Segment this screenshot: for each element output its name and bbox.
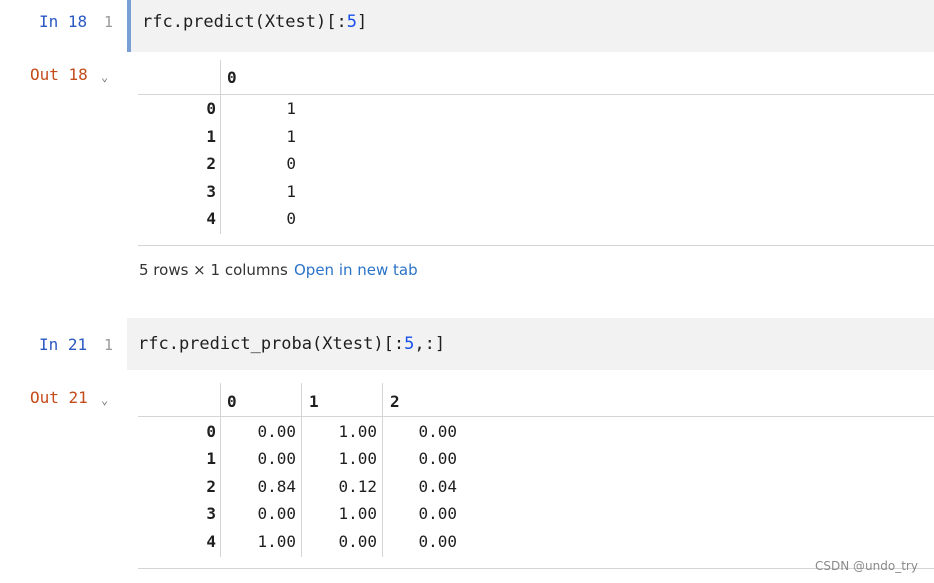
table-cell: 1 — [286, 99, 296, 118]
code-number: 5 — [346, 12, 357, 32]
table-cell: 0.00 — [418, 449, 457, 468]
code-part: ] — [356, 12, 368, 32]
code-text[interactable]: rfc.predict_proba(Xtest)[:5,:] — [138, 334, 445, 354]
column-divider — [382, 383, 383, 557]
row-index: 0 — [206, 422, 216, 441]
column-header: 0 — [227, 392, 237, 411]
table-cell: 1 — [286, 127, 296, 146]
cell-out-label: Out 21 — [30, 388, 88, 407]
column-header: 1 — [309, 392, 319, 411]
cell-in-label: In 21 — [39, 335, 88, 354]
chevron-down-icon[interactable]: ⌄ — [101, 70, 108, 84]
row-index: 2 — [206, 477, 216, 496]
table-cell: 0.00 — [257, 449, 296, 468]
column-header: 0 — [227, 68, 237, 87]
code-part: rfc.predict(Xtest)[: — [142, 12, 347, 32]
code-number: 5 — [404, 334, 415, 354]
table-cell: 0.00 — [257, 422, 296, 441]
column-divider — [220, 383, 221, 557]
table-cell: 0.12 — [338, 477, 377, 496]
table-cell: 1.00 — [338, 504, 377, 523]
code-cell[interactable]: rfc.predict(Xtest)[:5] — [127, 0, 934, 52]
table-cell: 0 — [286, 209, 296, 228]
row-index: 0 — [206, 99, 216, 118]
table-cell: 0.00 — [257, 504, 296, 523]
row-index: 3 — [206, 182, 216, 201]
column-header: 2 — [390, 392, 400, 411]
header-divider — [138, 416, 934, 417]
row-index: 3 — [206, 504, 216, 523]
row-index: 4 — [206, 532, 216, 551]
line-number: 1 — [104, 336, 114, 354]
table-cell: 0.04 — [418, 477, 457, 496]
table-cell: 1.00 — [338, 422, 377, 441]
index-divider — [220, 60, 221, 234]
column-divider — [301, 383, 302, 557]
row-index: 2 — [206, 154, 216, 173]
table-cell: 1 — [286, 182, 296, 201]
row-index: 1 — [206, 127, 216, 146]
table-cell: 0.84 — [257, 477, 296, 496]
code-part: ,:] — [414, 334, 446, 354]
line-number: 1 — [104, 13, 114, 31]
table-cell: 0.00 — [418, 504, 457, 523]
table-cell: 0.00 — [418, 422, 457, 441]
cell-out-label: Out 18 — [30, 65, 88, 84]
code-text[interactable]: rfc.predict(Xtest)[:5] — [142, 12, 367, 32]
code-part: rfc.predict_proba(Xtest)[: — [138, 334, 405, 354]
row-count: 5 rows × 1 columns — [139, 261, 288, 279]
table-cell: 0.00 — [338, 532, 377, 551]
row-index: 4 — [206, 209, 216, 228]
code-cell[interactable]: rfc.predict_proba(Xtest)[:5,:] — [127, 318, 934, 370]
chevron-down-icon[interactable]: ⌄ — [101, 393, 108, 407]
open-in-new-tab-link[interactable]: Open in new tab — [294, 261, 418, 279]
table-cell: 0.00 — [418, 532, 457, 551]
table-cell: 0 — [286, 154, 296, 173]
cell-in-label: In 18 — [39, 12, 88, 31]
table-bottom-divider — [138, 245, 934, 246]
table-cell: 1.00 — [257, 532, 296, 551]
table-cell: 1.00 — [338, 449, 377, 468]
header-divider — [138, 94, 934, 95]
watermark: CSDN @undo_try — [815, 559, 918, 573]
row-index: 1 — [206, 449, 216, 468]
